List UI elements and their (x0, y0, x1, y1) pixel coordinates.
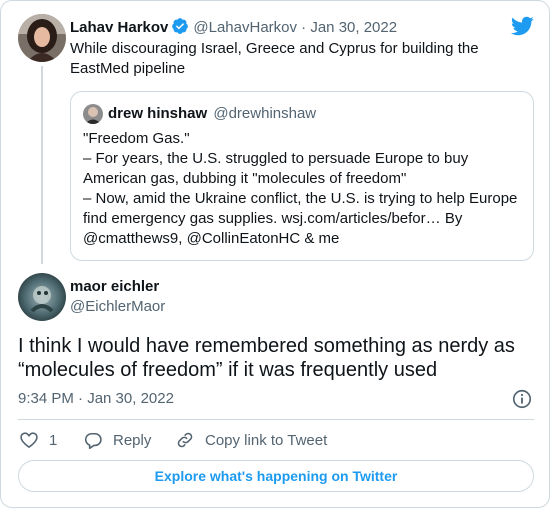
explore-twitter-button[interactable]: Explore what's happening on Twitter (18, 460, 534, 492)
main-author-handle[interactable]: @EichlerMaor (70, 297, 165, 317)
parent-tweet-header: Lahav Harkov @LahavHarkov · Jan 30, 2022 (70, 17, 397, 41)
like-count: 1 (49, 431, 58, 449)
parent-tweet-date[interactable]: Jan 30, 2022 (310, 19, 397, 36)
quoted-text-line: "Freedom Gas." (83, 130, 190, 147)
quoted-text-line: – Now, amid the Ukraine conflict, the U.… (83, 190, 518, 207)
reply-bubble-icon (84, 432, 102, 450)
quoted-author-name: drew hinshaw (108, 105, 208, 122)
thread-connector-line (41, 66, 43, 264)
header-separator: · (301, 19, 307, 36)
actions-divider (18, 419, 534, 420)
quoted-text-line: find emergency gas supplies. wsj.com/art… (83, 210, 463, 227)
reply-button[interactable]: Reply (83, 429, 151, 451)
quoted-text-line: – For years, the U.S. struggled to persu… (83, 150, 469, 167)
tweet-embed-card: Lahav Harkov @LahavHarkov · Jan 30, 2022 … (0, 0, 550, 508)
main-tweet-text: I think I would have remembered somethin… (18, 335, 515, 381)
parent-author-handle[interactable]: @LahavHarkov (193, 19, 297, 36)
info-icon[interactable] (511, 388, 533, 410)
main-author-name[interactable]: maor eichler (70, 277, 159, 297)
verified-badge-icon (171, 17, 189, 41)
quoted-author-handle: @drewhinshaw (213, 105, 317, 122)
copy-link-button[interactable]: Copy link to Tweet (175, 429, 327, 451)
quoted-text-line: @cmatthews9, @CollinEatonHC & me (83, 230, 340, 247)
reply-label: Reply (113, 431, 152, 449)
twitter-bird-icon[interactable] (510, 14, 534, 38)
link-icon (177, 432, 193, 448)
heart-icon (20, 432, 38, 449)
quoted-author-avatar (83, 104, 103, 124)
copy-link-label: Copy link to Tweet (205, 431, 328, 449)
quoted-tweet-header: drew hinshaw @drewhinshaw (108, 104, 316, 124)
parent-author-avatar[interactable] (18, 14, 66, 62)
main-tweet-timestamp[interactable]: 9:34 PM · Jan 30, 2022 (18, 389, 174, 409)
quoted-tweet-text: "Freedom Gas." – For years, the U.S. str… (83, 129, 523, 249)
like-button[interactable]: 1 (19, 429, 57, 451)
quoted-tweet[interactable]: drew hinshaw @drewhinshaw "Freedom Gas."… (70, 91, 534, 261)
main-author-avatar[interactable] (18, 273, 66, 321)
quoted-text-line: American gas, dubbing it "molecules of f… (83, 170, 407, 187)
parent-author-name[interactable]: Lahav Harkov (70, 19, 168, 36)
parent-tweet-text: While discouraging Israel, Greece and Cy… (70, 40, 479, 77)
